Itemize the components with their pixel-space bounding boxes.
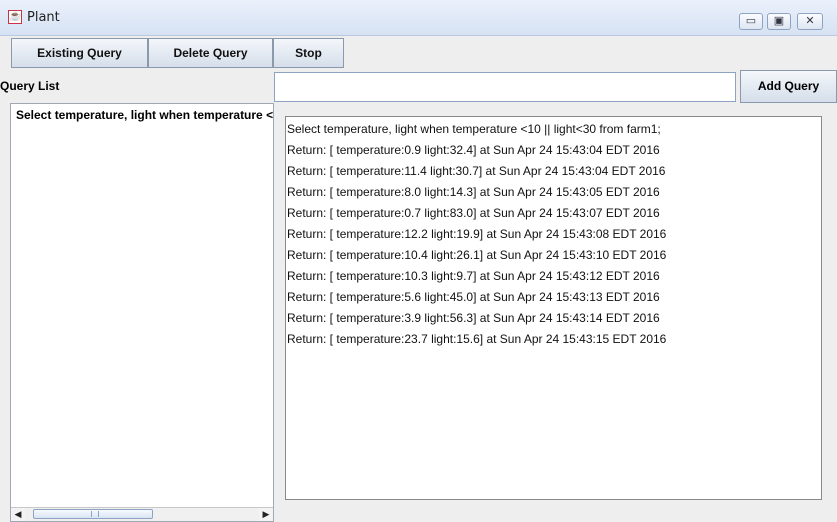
window-title: Plant	[27, 10, 60, 25]
output-line: Return: [ temperature:8.0 light:14.3] at…	[287, 185, 660, 199]
title-bar: ☕ Plant ▭ ▣ ✕	[0, 0, 837, 36]
maximize-icon: ▣	[773, 15, 785, 27]
output-line: Return: [ temperature:3.9 light:56.3] at…	[287, 311, 660, 325]
minimize-icon: ▭	[745, 15, 757, 27]
maximize-button[interactable]: ▣	[767, 13, 791, 30]
add-query-button[interactable]: Add Query	[740, 70, 837, 103]
scroll-grip-icon	[91, 511, 99, 517]
java-cup-icon: ☕	[8, 10, 22, 24]
query-list: Select temperature, light when temperatu…	[10, 103, 274, 522]
output-area[interactable]: Select temperature, light when temperatu…	[285, 116, 822, 500]
scroll-right-arrow-icon[interactable]: ▶	[259, 508, 273, 521]
horizontal-scrollbar[interactable]: ◀ ▶	[11, 507, 273, 521]
query-input[interactable]	[274, 72, 736, 102]
existing-query-button[interactable]: Existing Query	[11, 38, 148, 68]
output-line: Select temperature, light when temperatu…	[287, 122, 661, 136]
output-line: Return: [ temperature:10.3 light:9.7] at…	[287, 269, 660, 283]
output-line: Return: [ temperature:0.7 light:83.0] at…	[287, 206, 660, 220]
scroll-thumb[interactable]	[33, 509, 153, 519]
query-list-item[interactable]: Select temperature, light when temperatu…	[16, 108, 273, 122]
output-line: Return: [ temperature:10.4 light:26.1] a…	[287, 248, 667, 262]
minimize-button[interactable]: ▭	[739, 13, 763, 30]
output-line: Return: [ temperature:23.7 light:15.6] a…	[287, 332, 667, 346]
delete-query-button[interactable]: Delete Query	[148, 38, 273, 68]
close-button[interactable]: ✕	[797, 13, 823, 30]
output-line: Return: [ temperature:5.6 light:45.0] at…	[287, 290, 660, 304]
output-line: Return: [ temperature:11.4 light:30.7] a…	[287, 164, 666, 178]
close-icon: ✕	[805, 15, 815, 27]
scroll-left-arrow-icon[interactable]: ◀	[11, 508, 25, 521]
output-line: Return: [ temperature:12.2 light:19.9] a…	[287, 227, 667, 241]
stop-button[interactable]: Stop	[273, 38, 344, 68]
output-line: Return: [ temperature:0.9 light:32.4] at…	[287, 143, 660, 157]
query-list-label: Query List	[0, 79, 60, 93]
